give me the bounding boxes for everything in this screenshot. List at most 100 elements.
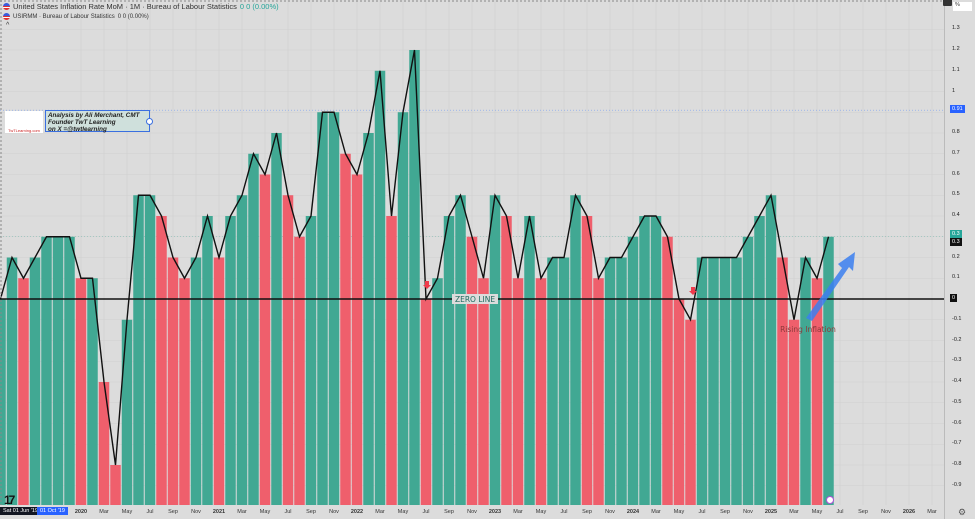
bar[interactable] (52, 236, 64, 505)
bar[interactable] (535, 278, 547, 505)
analysis-note[interactable]: Analysis by Ali Merchant, CMT Founder Tw… (45, 110, 153, 133)
bar[interactable] (351, 174, 363, 506)
bar[interactable] (374, 70, 386, 505)
bar[interactable] (144, 195, 156, 505)
bar[interactable] (167, 257, 179, 506)
bar[interactable] (604, 257, 616, 506)
bar[interactable] (443, 216, 455, 505)
y-tick-label: -0.7 (952, 440, 962, 447)
y-tick-label: -0.9 (952, 481, 962, 488)
bar[interactable] (788, 319, 800, 505)
x-tick-label: Nov (881, 509, 891, 515)
x-tick-label: Sep (720, 509, 730, 515)
y-tick-label: 0.7 (952, 149, 960, 156)
bar[interactable] (317, 112, 328, 505)
bar[interactable] (6, 257, 18, 506)
bar[interactable] (742, 236, 754, 505)
bar[interactable] (800, 257, 811, 506)
bar[interactable] (248, 153, 259, 505)
bar[interactable] (179, 278, 190, 505)
price-axis[interactable]: 1.31.21.110.90.80.70.60.50.40.30.20.10-0… (944, 0, 975, 519)
y-tick-label: 0.8 (952, 129, 960, 135)
x-tick-label: Nov (467, 509, 477, 515)
bar[interactable] (547, 257, 558, 506)
chart-canvas[interactable]: ZERO LINE Rising Inflation (0, 0, 975, 519)
bar[interactable] (386, 216, 397, 505)
bar[interactable] (363, 133, 374, 505)
bar[interactable] (650, 216, 662, 505)
bar[interactable] (719, 257, 731, 506)
x-tick-label: Jul (284, 509, 292, 515)
note-line: Analysis by Ali Merchant, CMT (48, 112, 140, 119)
bar[interactable] (340, 153, 351, 505)
bar[interactable] (397, 112, 409, 505)
bar[interactable] (570, 195, 581, 505)
bar[interactable] (305, 216, 317, 505)
bar[interactable] (581, 216, 593, 505)
bar[interactable] (478, 278, 489, 505)
x-tick-label: Jul (836, 509, 844, 515)
bar[interactable] (98, 382, 110, 505)
bar[interactable] (110, 465, 121, 505)
bar[interactable] (696, 257, 708, 506)
bar[interactable] (466, 236, 478, 505)
bar[interactable] (64, 236, 75, 505)
bar[interactable] (236, 195, 248, 505)
bar[interactable] (420, 299, 432, 505)
resize-handle[interactable] (146, 118, 153, 125)
bar[interactable] (41, 236, 52, 505)
bar[interactable] (558, 257, 570, 506)
price-label: 0.3 (950, 237, 962, 246)
bar[interactable] (29, 257, 41, 506)
bar[interactable] (627, 236, 639, 505)
cursor-date-label: Sat 01 Jun '19 (0, 507, 41, 515)
event-marker-icon[interactable] (826, 496, 834, 504)
bar[interactable] (685, 319, 696, 505)
y-tick-label: 0.6 (952, 170, 960, 177)
bar[interactable] (639, 216, 650, 505)
unit-selector[interactable]: % (953, 2, 972, 11)
bar[interactable] (593, 278, 604, 505)
bar[interactable] (156, 216, 167, 505)
bar[interactable] (616, 257, 627, 506)
bar[interactable] (75, 278, 87, 505)
x-tick-label: Sep (582, 509, 592, 515)
x-tick-label: May (535, 509, 547, 515)
bar[interactable] (673, 299, 685, 505)
bar[interactable] (455, 195, 466, 505)
bar[interactable] (524, 216, 535, 505)
bar[interactable] (777, 257, 788, 506)
bar[interactable] (708, 257, 719, 506)
bar[interactable] (18, 278, 29, 505)
bar[interactable] (823, 236, 834, 505)
settings-gear-icon[interactable]: ⚙ (958, 507, 966, 518)
us-flag-icon (3, 3, 10, 10)
bar[interactable] (190, 257, 202, 506)
y-tick-label: 0.4 (952, 212, 960, 218)
price-label: 0.3 (950, 229, 962, 238)
bar[interactable] (294, 236, 305, 505)
bar[interactable] (489, 195, 501, 505)
bar[interactable] (328, 112, 340, 505)
chart-title[interactable]: United States Inflation Rate MoM · 1M · … (3, 2, 279, 11)
bar[interactable] (501, 216, 512, 505)
bar[interactable] (259, 174, 271, 506)
screenshot-icon[interactable] (943, 0, 952, 6)
bar[interactable] (213, 257, 225, 506)
x-tick-label: May (811, 509, 823, 515)
bar[interactable] (202, 216, 213, 505)
bar[interactable] (121, 319, 133, 505)
y-tick-label: -0.5 (952, 398, 962, 405)
collapse-legend-button[interactable]: ^ (6, 22, 9, 29)
bar[interactable] (662, 236, 673, 505)
bar[interactable] (282, 195, 294, 505)
bar[interactable] (512, 278, 524, 505)
bar[interactable] (765, 195, 777, 505)
bar[interactable] (432, 278, 443, 505)
series-legend[interactable]: USIRMM · Bureau of Labour Statistics 0 0… (3, 13, 149, 20)
x-tick-label: May (673, 509, 685, 515)
bar[interactable] (225, 216, 236, 505)
bar[interactable] (271, 133, 282, 505)
bar[interactable] (754, 216, 765, 505)
bar[interactable] (731, 257, 742, 506)
